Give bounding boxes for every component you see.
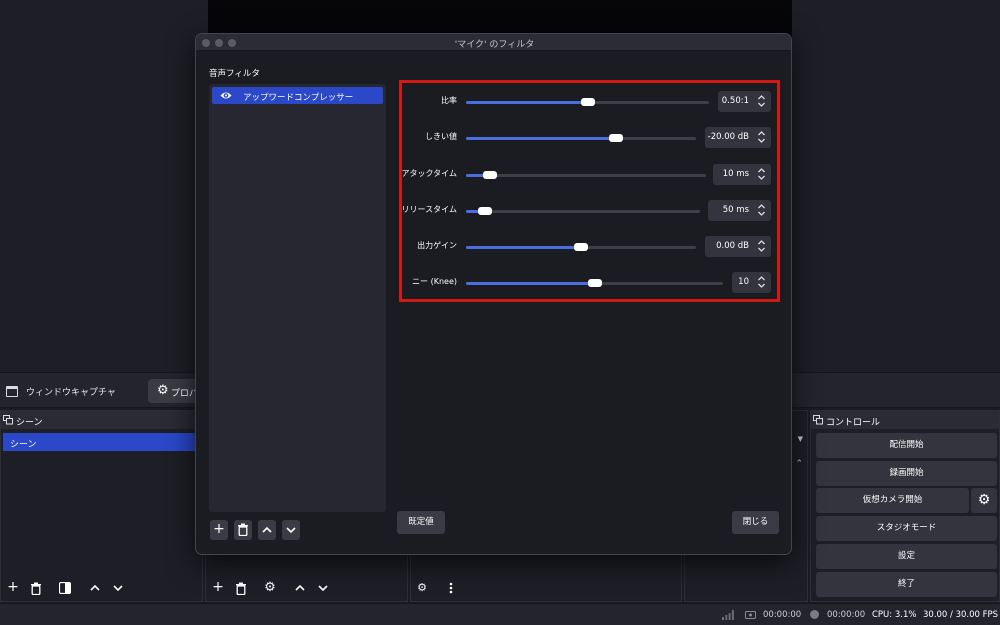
- move-scene-up-button[interactable]: [86, 579, 104, 597]
- add-filter-button[interactable]: +: [210, 520, 228, 540]
- move-source-up-button[interactable]: [291, 579, 309, 597]
- move-filter-up-button[interactable]: [258, 520, 276, 540]
- scene-item-label: シーン: [10, 440, 37, 450]
- move-source-down-button[interactable]: [314, 579, 332, 597]
- chevron-up-icon: [262, 526, 272, 533]
- stream-timer: 00:00:00: [763, 610, 802, 620]
- start-virtual-camera-button[interactable]: 仮想カメラ開始: [816, 488, 969, 513]
- dock-icon: [813, 415, 823, 425]
- duration-spin-arrow-icon[interactable]: ⌃: [795, 459, 803, 469]
- close-button[interactable]: 閉じる: [732, 511, 779, 534]
- start-recording-button[interactable]: 録画開始: [816, 461, 997, 486]
- sources-toolbar: + ⚙: [206, 575, 407, 601]
- dock-icon: [3, 415, 13, 425]
- filter-list: アップワードコンプレッサー: [209, 84, 386, 512]
- remove-filter-button[interactable]: [234, 520, 252, 540]
- fps-readout: 30.00 / 30.00 FPS: [923, 610, 999, 620]
- mixer-toolbar: ⚙: [411, 575, 681, 601]
- highlight-box: [399, 80, 780, 302]
- eye-icon[interactable]: [220, 90, 232, 101]
- filter-icon: [58, 581, 72, 595]
- scenes-dock: シーン シーン +: [0, 410, 203, 602]
- gear-icon: ⚙: [977, 492, 991, 508]
- status-bar: 00:00:00 00:00:00 CPU: 3.1% 30.00 / 30.0…: [0, 603, 1000, 625]
- add-scene-button[interactable]: +: [4, 579, 22, 597]
- kebab-menu-icon: [449, 582, 453, 594]
- dialog-title: 'マイク' のフィルタ: [454, 40, 535, 50]
- transition-select-arrow-icon[interactable]: ▼: [798, 435, 803, 443]
- trash-icon: [236, 582, 246, 596]
- stream-icon: [745, 611, 756, 619]
- chevron-down-icon: [286, 527, 296, 534]
- chevron-up-icon: [295, 584, 305, 591]
- window-capture-icon: [6, 386, 18, 397]
- advanced-audio-button[interactable]: ⚙: [413, 579, 431, 597]
- filters-dialog: 'マイク' のフィルタ 音声フィルタ アップワードコンプレッサー + 比率 0.5…: [195, 33, 792, 555]
- scene-filters-button[interactable]: [56, 579, 74, 597]
- gear-icon: ⚙: [264, 580, 276, 595]
- record-timer: 00:00:00: [827, 610, 866, 620]
- filter-list-item[interactable]: アップワードコンプレッサー: [212, 87, 383, 104]
- virtual-camera-settings-button[interactable]: ⚙: [971, 488, 997, 513]
- remove-scene-button[interactable]: [27, 579, 45, 597]
- trash-icon: [31, 582, 41, 596]
- controls-dock: コントロール 配信開始 録画開始 仮想カメラ開始 ⚙ スタジオモード 設定 終了: [810, 410, 1000, 602]
- start-streaming-button[interactable]: 配信開始: [816, 433, 997, 458]
- network-bars-icon: [722, 610, 734, 620]
- add-source-button[interactable]: +: [209, 579, 227, 597]
- remove-source-button[interactable]: [232, 579, 250, 597]
- filter-name: アップワードコンプレッサー: [243, 93, 354, 103]
- defaults-button[interactable]: 既定値: [397, 511, 445, 534]
- studio-mode-button[interactable]: スタジオモード: [816, 516, 997, 541]
- settings-button[interactable]: 設定: [816, 544, 997, 569]
- audio-filters-heading: 音声フィルタ: [209, 69, 260, 79]
- selected-source-name: ウィンドウキャプチャ: [26, 388, 116, 398]
- move-filter-down-button[interactable]: [282, 520, 300, 540]
- chevron-up-icon: [90, 584, 100, 591]
- chevron-down-icon: [113, 585, 123, 592]
- properties-label: プロパ: [171, 389, 199, 399]
- cpu-usage: CPU: 3.1%: [872, 610, 917, 620]
- exit-button[interactable]: 終了: [816, 572, 997, 597]
- gear-icon: ⚙: [157, 383, 169, 398]
- move-scene-down-button[interactable]: [109, 579, 127, 597]
- chevron-down-icon: [318, 585, 328, 592]
- scenes-dock-title: シーン: [16, 418, 43, 428]
- record-indicator-icon: [810, 610, 819, 619]
- scenes-dock-header: シーン: [1, 411, 202, 429]
- mixer-menu-button[interactable]: [442, 579, 460, 597]
- controls-dock-title: コントロール: [826, 418, 881, 428]
- scene-list-item[interactable]: シーン: [3, 433, 202, 451]
- dialog-titlebar: 'マイク' のフィルタ: [196, 34, 791, 51]
- trash-icon: [238, 523, 248, 537]
- controls-dock-header: コントロール: [811, 411, 999, 429]
- scenes-toolbar: +: [1, 575, 202, 601]
- source-properties-button[interactable]: ⚙: [261, 579, 279, 597]
- gears-icon: ⚙: [417, 581, 427, 594]
